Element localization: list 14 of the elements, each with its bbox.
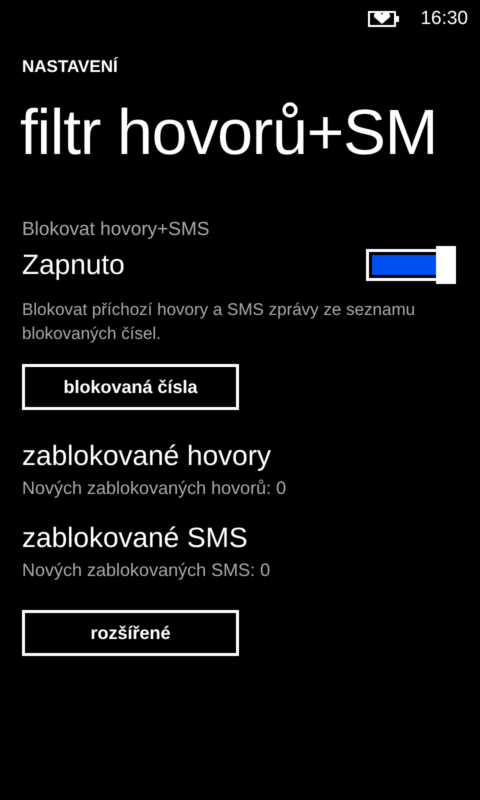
setting-value: Zapnuto xyxy=(22,248,125,282)
section-subtitle: Nových zablokovaných hovorů: 0 xyxy=(22,477,288,500)
toggle-switch[interactable] xyxy=(366,246,456,284)
clock-time: 16:30 xyxy=(420,6,468,31)
advanced-button[interactable]: rozšířené xyxy=(22,610,239,656)
section-subtitle: Nových zablokovaných SMS: 0 xyxy=(22,559,272,582)
battery-icon xyxy=(368,11,400,27)
section-title[interactable]: zablokované SMS xyxy=(22,520,458,556)
section-title[interactable]: zablokované hovory xyxy=(22,438,458,474)
blocked-numbers-button[interactable]: blokovaná čísla xyxy=(22,364,239,410)
app-title: NASTAVENÍ xyxy=(22,56,119,78)
page-title: filtr hovorů+SM xyxy=(20,100,438,164)
setting-description: Blokovat příchozí hovory a SMS zprávy ze seznamu blokovaných čísel. xyxy=(22,299,416,345)
setting-label: Blokovat hovory+SMS xyxy=(22,218,210,242)
